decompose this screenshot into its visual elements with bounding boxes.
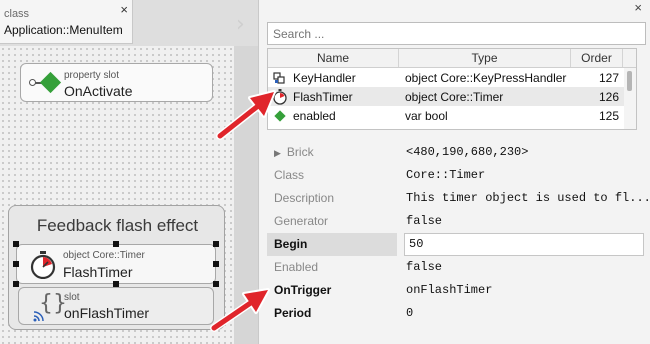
property-row-brick[interactable]: ▶ Brick <480,190,680,230> [267,141,647,164]
property-name: Begin [267,233,397,256]
property-value: onFlashTimer [406,283,493,297]
member-type: object Core::KeyPressHandler [405,70,567,85]
editor-pane: class Application::MenuItem × › property… [0,0,258,344]
close-icon[interactable]: × [634,0,642,15]
timer-icon [30,251,56,279]
document-tab-title: Application::MenuItem [4,23,123,37]
green-diamond-icon [39,71,62,94]
property-name: Brick [286,145,314,159]
slot-brick-kind: slot [64,292,80,303]
selection-handle[interactable] [13,281,19,287]
selection-handle[interactable] [213,281,219,287]
property-value: <480,190,680,230> [406,145,529,159]
selection-handle[interactable] [13,241,19,247]
member-name: KeyHandler [293,70,356,85]
column-header-order[interactable]: Order [571,49,623,67]
document-tab[interactable]: class Application::MenuItem × [0,0,133,44]
member-order: 125 [598,108,619,123]
property-row-description[interactable]: Description This timer object is used to… [267,187,650,210]
property-value: 0 [406,306,414,320]
member-order: 126 [598,89,619,104]
members-list: Name Type Order KeyHandler object Core::… [267,48,637,130]
member-row-keyhandler[interactable]: KeyHandler object Core::KeyPressHandler … [268,68,636,87]
selection-handle[interactable] [113,241,119,247]
property-name: Description [274,191,335,205]
search-input[interactable] [267,22,646,45]
property-row-begin[interactable]: Begin 50 [267,233,647,256]
timer-brick-kind: object Core::Timer [63,250,145,261]
selection-handle[interactable] [213,261,219,267]
property-value: This timer object is used to fl... [406,191,650,205]
property-value: false [406,214,443,228]
property-row-period[interactable]: Period 0 [267,302,647,325]
green-diamond-icon [274,109,286,122]
timer-brick-name: FlashTimer [63,264,133,280]
connector-dot-icon [29,79,36,86]
property-name: Enabled [274,260,319,274]
column-header-type[interactable]: Type [399,49,571,67]
signal-icon [33,311,44,322]
property-row-enabled[interactable]: Enabled false [267,256,647,279]
keyhandler-icon [273,71,285,84]
chevron-right-icon[interactable]: › [236,12,245,37]
property-name: Generator [274,214,329,228]
annotation-title: Feedback flash effect [36,216,199,235]
selection-handle[interactable] [13,261,19,267]
begin-value-field[interactable]: 50 [404,233,644,256]
property-slot-kind: property slot [64,70,120,81]
members-header: Name Type Order [268,49,636,68]
property-row-generator[interactable]: Generator false [267,210,647,233]
member-row-flashtimer[interactable]: FlashTimer object Core::Timer 126 [268,87,636,106]
member-order: 127 [598,70,619,85]
property-row-ontrigger[interactable]: OnTrigger onFlashTimer [267,279,647,302]
inspector-panel: × Name Type Order KeyHandler object Core… [258,0,650,344]
member-type: var bool [405,108,448,123]
member-type: object Core::Timer [405,89,504,104]
slot-brick[interactable]: {} slot onFlashTimer [18,287,214,325]
property-row-class[interactable]: Class Core::Timer [267,164,647,187]
expand-triangle-icon[interactable]: ▶ [274,142,281,165]
canvas-scrollbar[interactable] [234,46,258,344]
column-header-name[interactable]: Name [268,49,399,67]
selection-handle[interactable] [213,241,219,247]
document-tab-kind: class [4,8,30,20]
property-slot-brick[interactable]: property slot OnActivate [20,63,213,102]
property-name: Period [274,306,312,320]
close-icon[interactable]: × [120,3,128,16]
timer-icon [273,88,287,105]
property-name: OnTrigger [274,283,332,297]
property-value: false [406,260,443,274]
timer-brick[interactable]: object Core::Timer FlashTimer [16,244,216,284]
member-name: enabled [293,108,336,123]
members-scrollbar[interactable] [624,68,636,129]
property-name: Class [274,168,305,182]
property-slot-name: OnActivate [64,83,133,99]
property-value: Core::Timer [406,168,486,182]
slot-brick-name: onFlashTimer [64,305,150,321]
member-row-enabled[interactable]: enabled var bool 125 [268,106,636,125]
member-name: FlashTimer [293,89,353,104]
